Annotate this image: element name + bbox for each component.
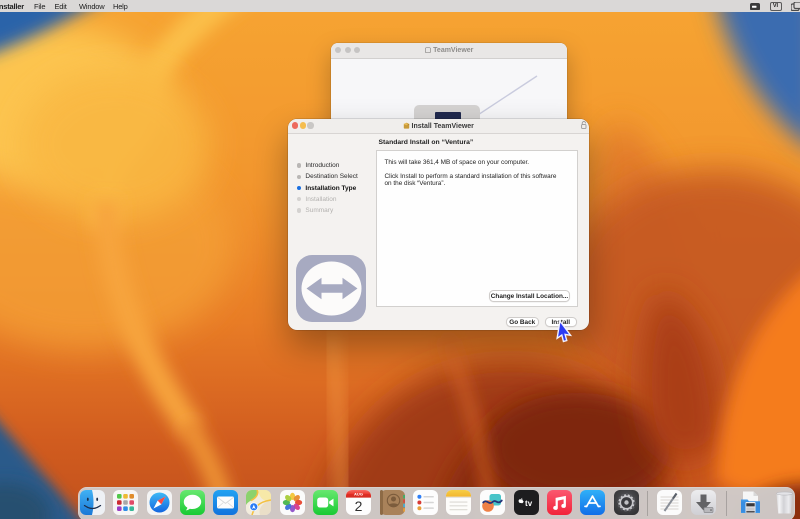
svg-text:2: 2 <box>355 498 363 514</box>
svg-text:tv: tv <box>525 499 533 508</box>
svg-text:AUG: AUG <box>354 492 363 497</box>
